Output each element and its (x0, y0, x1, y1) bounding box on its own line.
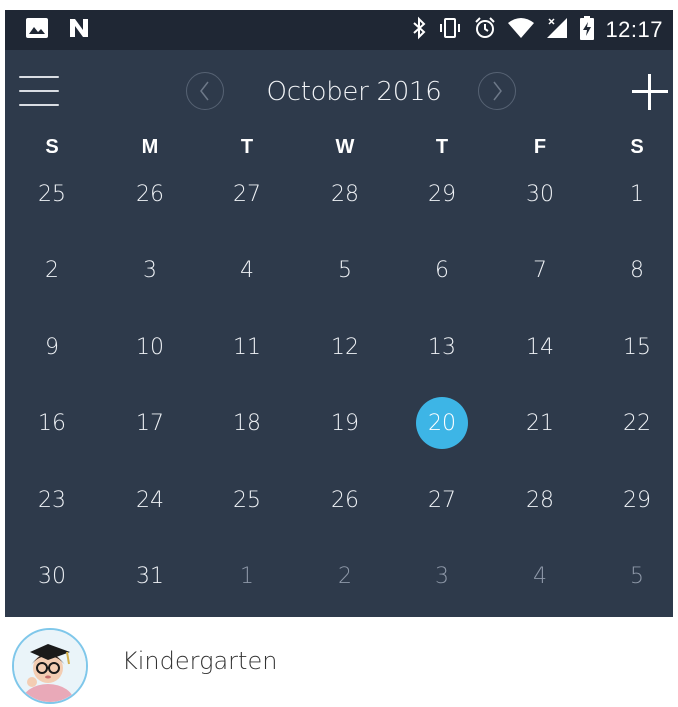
calendar-day-cell[interactable]: 6 (416, 244, 468, 296)
calendar-day-cell[interactable]: 30 (26, 550, 78, 602)
calendar-day-cell[interactable]: 11 (221, 321, 273, 373)
calendar-day-cell[interactable]: 26 (124, 168, 176, 220)
calendar-day-cell[interactable]: 2 (26, 244, 78, 296)
calendar-day-cell[interactable]: 21 (514, 397, 566, 449)
status-time: 12:17 (605, 17, 663, 42)
bluetooth-icon (411, 16, 427, 45)
calendar-day-cell[interactable]: 16 (26, 397, 78, 449)
calendar-day-cell[interactable]: 10 (124, 321, 176, 373)
battery-charging-icon (579, 15, 595, 46)
calendar-day-cell[interactable]: 24 (124, 474, 176, 526)
status-bar: 12:17 (5, 10, 673, 50)
child-avatar-icon[interactable] (12, 628, 88, 704)
calendar-day-cell[interactable]: 4 (514, 550, 566, 602)
calendar-day-cell[interactable]: 5 (319, 244, 371, 296)
calendar-day-cell[interactable]: 27 (416, 474, 468, 526)
status-right-icons: 12:17 (411, 10, 663, 50)
wifi-icon (507, 17, 535, 44)
calendar-day-cell[interactable]: 28 (514, 474, 566, 526)
calendar-day-cell[interactable]: 5 (611, 550, 663, 602)
calendar-day-cell[interactable]: 12 (319, 321, 371, 373)
n-logo-icon (67, 17, 91, 44)
calendar-panel: October 2016 S M T W T F S 25 26 27 28 29 30 1… (5, 50, 673, 617)
calendar-day-cell[interactable]: 19 (319, 397, 371, 449)
calendar-day-cell[interactable]: 28 (319, 168, 371, 220)
calendar-day-cell[interactable]: 29 (416, 168, 468, 220)
calendar-day-cell[interactable]: 7 (514, 244, 566, 296)
alarm-icon (473, 16, 497, 45)
calendar-day-cell[interactable]: 1 (611, 168, 663, 220)
calendar-day-cell[interactable]: 29 (611, 474, 663, 526)
calendar-day-cell[interactable]: 18 (221, 397, 273, 449)
calendar-day-cell[interactable]: 3 (416, 550, 468, 602)
vibrate-icon (437, 16, 463, 45)
calendar-day-cell[interactable]: 2 (319, 550, 371, 602)
selected-day-cell[interactable]: 20 (416, 397, 468, 449)
calendar-day-cell[interactable]: 4 (221, 244, 273, 296)
calendar-day-cell[interactable]: 3 (124, 244, 176, 296)
calendar-day-cell[interactable]: 17 (124, 397, 176, 449)
status-left-icons (25, 10, 91, 50)
calendar-day-cell[interactable]: 22 (611, 397, 663, 449)
no-signal-icon (545, 16, 569, 45)
calendar-day-cell[interactable]: 31 (124, 550, 176, 602)
calendar-day-cell[interactable]: 30 (514, 168, 566, 220)
profile-bar: Kindergarten (0, 617, 678, 707)
calendar-day-cell[interactable]: 14 (514, 321, 566, 373)
calendar-day-cell[interactable]: 15 (611, 321, 663, 373)
calendar-day-cell[interactable]: 13 (416, 321, 468, 373)
calendar-day-cell[interactable]: 8 (611, 244, 663, 296)
calendar-day-cell[interactable]: 9 (26, 321, 78, 373)
calendar-day-cell[interactable]: 26 (319, 474, 371, 526)
calendar-grid: 25 26 27 28 29 30 1 2 3 4 5 6 7 8 9 10 11 12 13 14 15 16 17 18 1… (5, 50, 673, 617)
calendar-day-cell[interactable]: 23 (26, 474, 78, 526)
profile-name: Kindergarten (122, 647, 278, 675)
calendar-day-cell[interactable]: 25 (26, 168, 78, 220)
image-icon (25, 17, 49, 44)
calendar-day-cell[interactable]: 27 (221, 168, 273, 220)
calendar-day-cell[interactable]: 1 (221, 550, 273, 602)
calendar-day-cell[interactable]: 25 (221, 474, 273, 526)
